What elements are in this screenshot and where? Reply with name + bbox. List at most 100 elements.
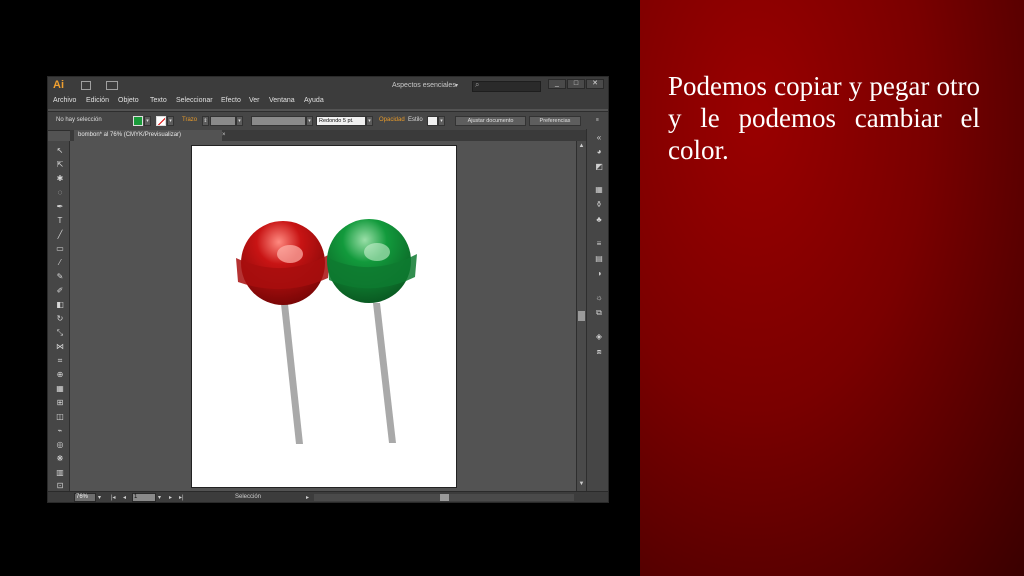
illustrator-window: Ai Aspectos esenciales ▾ ⌕ _ □ ✕ Archivo… (47, 76, 609, 503)
symbols-panel-icon[interactable]: ♣ (594, 215, 604, 224)
vertical-scroll-thumb[interactable] (578, 311, 585, 321)
status-menu-icon[interactable]: ▸ (306, 494, 309, 501)
workspace-switcher[interactable]: Aspectos esenciales (392, 82, 456, 89)
appearance-panel-icon[interactable]: ☼ (594, 293, 604, 302)
collapse-panels-icon[interactable]: « (594, 133, 604, 142)
minimize-button[interactable]: _ (548, 79, 566, 89)
bridge-icon[interactable] (81, 81, 91, 90)
color-panel-icon[interactable]: ◕ (594, 147, 604, 156)
selection-tool-icon[interactable]: ↖ (55, 146, 65, 156)
brushes-panel-icon[interactable]: ⚱ (594, 200, 604, 209)
document-tab[interactable]: bombon* al 76% (CMYK/Previsualizar) (74, 130, 222, 141)
menu-texto[interactable]: Texto (150, 97, 167, 104)
artboard[interactable] (191, 145, 457, 488)
artboards-panel-icon[interactable]: ⧈ (594, 347, 604, 356)
rotate-tool-icon[interactable]: ↻ (55, 314, 65, 324)
status-bar: 76% ▾ |◂ ◂ 1 ▾ ▸ ▸| Selección ▸ (48, 491, 608, 502)
zoom-level-field[interactable]: 76% (74, 493, 96, 502)
rectangle-tool-icon[interactable]: ▭ (55, 244, 65, 254)
artboard-dropdown-icon[interactable]: ▾ (158, 494, 161, 501)
preferences-button[interactable]: Preferencias (529, 116, 581, 126)
direct-selection-tool-icon[interactable]: ⇱ (55, 160, 65, 170)
shape-builder-tool-icon[interactable]: ⊕ (55, 370, 65, 380)
menu-archivo[interactable]: Archivo (53, 97, 76, 104)
transparency-panel-icon[interactable]: ◑ (594, 269, 604, 278)
stroke-weight-stepper[interactable]: ⇕ (202, 116, 209, 126)
pencil-tool-icon[interactable]: ✎ (55, 272, 65, 282)
pen-tool-icon[interactable]: ✒ (55, 202, 65, 212)
stroke-label[interactable]: Trazo (182, 117, 197, 123)
layers-panel-icon[interactable]: ◈ (594, 332, 604, 341)
eraser-tool-icon[interactable]: ◧ (55, 300, 65, 310)
graphic-style-swatch[interactable] (427, 116, 438, 126)
green-lollipop[interactable] (327, 219, 417, 443)
previous-artboard-icon[interactable]: ◂ (123, 494, 126, 501)
stroke-swatch[interactable] (156, 116, 166, 126)
next-artboard-icon[interactable]: ▸ (169, 494, 172, 501)
mesh-tool-icon[interactable]: ⊞ (55, 398, 65, 408)
lasso-tool-icon[interactable]: ◌ (55, 188, 65, 198)
magic-wand-tool-icon[interactable]: ✱ (55, 174, 65, 184)
vertical-scrollbar[interactable]: ▲ ▼ (576, 141, 586, 491)
panel-menu-icon[interactable]: ≡ (594, 116, 601, 126)
menu-ayuda[interactable]: Ayuda (304, 97, 324, 104)
free-transform-tool-icon[interactable]: ⌗ (55, 356, 65, 366)
scroll-down-icon[interactable]: ▼ (578, 481, 585, 488)
blend-tool-icon[interactable]: ◎ (55, 440, 65, 450)
brush-dropdown[interactable]: ▾ (366, 116, 373, 126)
symbol-sprayer-tool-icon[interactable]: ❋ (55, 454, 65, 464)
profile-dropdown[interactable]: ▾ (306, 116, 313, 126)
document-tab-bar: bombon* al 76% (CMYK/Previsualizar) × (70, 130, 608, 141)
menu-edicion[interactable]: Edición (86, 97, 109, 104)
arrange-documents-icon[interactable] (106, 81, 118, 90)
red-lollipop[interactable] (236, 221, 330, 444)
canvas-area[interactable] (70, 141, 577, 491)
menu-ventana[interactable]: Ventana (269, 97, 295, 104)
maximize-button[interactable]: □ (567, 79, 585, 89)
last-artboard-icon[interactable]: ▸| (179, 494, 184, 501)
gradient-tool-icon[interactable]: ◫ (55, 412, 65, 422)
blob-brush-tool-icon[interactable]: ✐ (55, 286, 65, 296)
type-tool-icon[interactable]: T (55, 216, 65, 226)
horizontal-scroll-thumb[interactable] (440, 494, 449, 501)
style-dropdown[interactable]: ▾ (438, 116, 445, 126)
stroke-dropdown[interactable]: ▾ (167, 116, 174, 126)
graphic-styles-panel-icon[interactable]: ⧉ (594, 308, 604, 317)
red-lollipop-stick (281, 304, 303, 444)
paintbrush-tool-icon[interactable]: ⁄ (55, 258, 65, 268)
column-graph-tool-icon[interactable]: ▥ (55, 468, 65, 478)
menu-efecto[interactable]: Efecto (221, 97, 241, 104)
search-input[interactable]: ⌕ (472, 80, 541, 92)
stroke-weight-dropdown[interactable]: ▾ (236, 116, 243, 126)
close-tab-icon[interactable]: × (222, 132, 226, 138)
color-guide-panel-icon[interactable]: ◩ (594, 162, 604, 171)
close-button[interactable]: ✕ (586, 79, 604, 89)
stroke-panel-icon[interactable]: ≡ (594, 239, 604, 248)
artboard-number-field[interactable]: 1 (132, 493, 156, 502)
fill-swatch[interactable] (133, 116, 143, 126)
menu-ver[interactable]: Ver (249, 97, 260, 104)
artboard-tool-icon[interactable]: ⊡ (55, 481, 65, 491)
opacity-label[interactable]: Opacidad (379, 117, 405, 123)
menu-bar: Archivo Edición Objeto Texto Seleccionar… (48, 95, 608, 109)
line-tool-icon[interactable]: ╱ (55, 230, 65, 240)
first-artboard-icon[interactable]: |◂ (111, 494, 116, 501)
adjust-document-button[interactable]: Ajustar documento (455, 116, 526, 126)
scale-tool-icon[interactable]: ⤡ (55, 328, 65, 338)
perspective-grid-tool-icon[interactable]: ▦ (55, 384, 65, 394)
stroke-weight-input[interactable] (210, 116, 236, 126)
eyedropper-tool-icon[interactable]: ⌁ (55, 426, 65, 436)
swatches-panel-icon[interactable]: ▦ (594, 185, 604, 194)
brush-definition[interactable]: Redondo 5 pt. (316, 116, 366, 126)
zoom-dropdown-icon[interactable]: ▾ (98, 494, 101, 501)
gradient-panel-icon[interactable]: ▤ (594, 254, 604, 263)
fill-dropdown[interactable]: ▾ (144, 116, 151, 126)
variable-width-profile[interactable] (251, 116, 306, 126)
chevron-down-icon: ▾ (455, 83, 459, 89)
menu-seleccionar[interactable]: Seleccionar (176, 97, 213, 104)
green-lollipop-candy (327, 219, 411, 303)
width-tool-icon[interactable]: ⋈ (55, 342, 65, 352)
scroll-up-icon[interactable]: ▲ (578, 143, 585, 150)
menu-objeto[interactable]: Objeto (118, 97, 139, 104)
horizontal-scrollbar[interactable] (314, 494, 574, 501)
